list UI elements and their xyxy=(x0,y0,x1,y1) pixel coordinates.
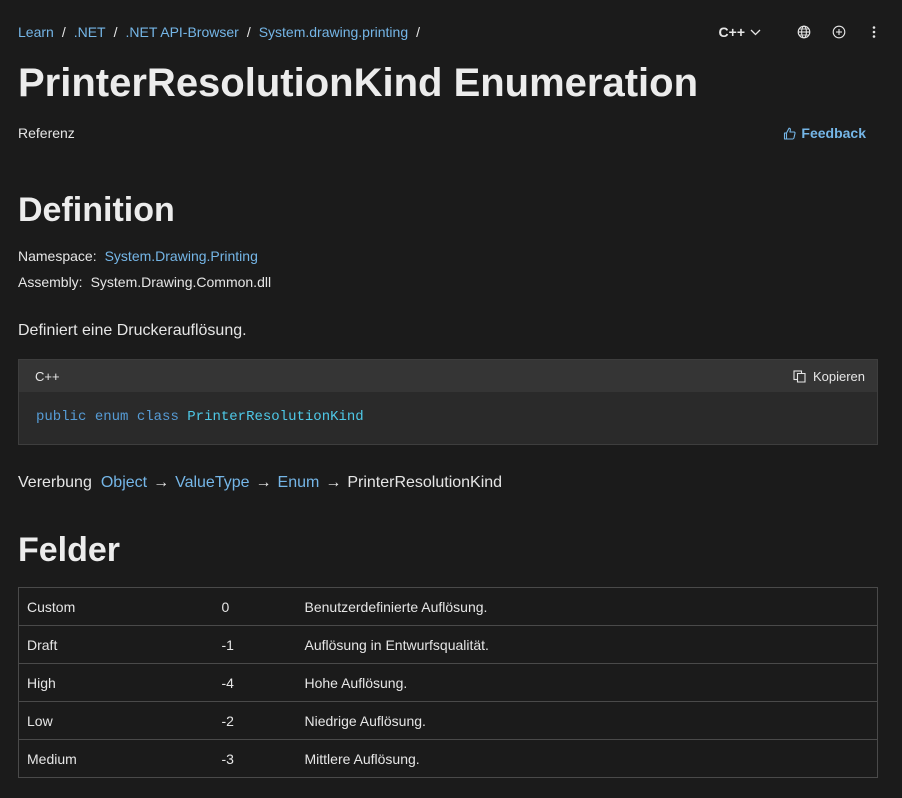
code-block: C++ Kopieren public enum class PrinterRe… xyxy=(18,359,878,445)
add-circle-icon[interactable] xyxy=(829,22,849,42)
inheritance-enum-link[interactable]: Enum xyxy=(278,472,320,494)
table-row: Medium -3 Mittlere Auflösung. xyxy=(18,739,878,778)
language-selector[interactable]: C++ xyxy=(719,24,761,40)
code-keyword: class xyxy=(136,409,179,425)
breadcrumb: Learn / .NET / .NET API-Browser / System… xyxy=(18,22,428,42)
chevron-down-icon xyxy=(750,29,761,35)
description: Definiert eine Druckerauflösung. xyxy=(18,322,247,339)
definition-heading: Definition xyxy=(18,191,175,229)
inheritance-arrow: → xyxy=(325,474,342,491)
top-bar: Learn / .NET / .NET API-Browser / System… xyxy=(18,22,884,42)
field-description: Benutzerdefinierte Auflösung. xyxy=(296,587,878,626)
field-value: -2 xyxy=(213,701,297,740)
copy-icon xyxy=(793,369,806,383)
fields-table: Custom 0 Benutzerdefinierte Auflösung. D… xyxy=(18,587,878,778)
feedback-label: Feedback xyxy=(801,125,866,141)
top-actions: C++ xyxy=(719,22,884,42)
table-row: Low -2 Niedrige Auflösung. xyxy=(18,701,878,740)
field-name: Custom xyxy=(18,587,214,626)
assembly-label: Assembly: xyxy=(18,274,83,290)
field-name: High xyxy=(18,663,214,702)
code-language: C++ xyxy=(35,368,60,384)
code-body: public enum class PrinterResolutionKind xyxy=(19,392,877,442)
code-header: C++ Kopieren xyxy=(19,360,877,392)
feedback-button[interactable]: Feedback xyxy=(783,123,866,143)
field-value: -4 xyxy=(213,663,297,702)
copy-label: Kopieren xyxy=(812,368,865,384)
page-title: PrinterResolutionKind Enumeration xyxy=(18,61,699,105)
breadcrumb-separator: / xyxy=(416,24,420,40)
fields-heading: Felder xyxy=(18,531,121,569)
thumbs-up-icon xyxy=(784,127,797,140)
inheritance-valuetype-link[interactable]: ValueType xyxy=(175,472,249,494)
language-selector-label: C++ xyxy=(718,24,745,40)
assembly-row: Assembly: System.Drawing.Common.dll xyxy=(18,272,271,292)
code-keyword: public xyxy=(36,409,87,425)
table-row: Draft -1 Auflösung in Entwurfsqualität. xyxy=(18,625,878,664)
breadcrumb-system-drawing-printing[interactable]: System.drawing.printing xyxy=(259,22,408,42)
assembly-value: System.Drawing.Common.dll xyxy=(90,274,272,290)
field-value: -3 xyxy=(213,739,297,778)
field-name: Draft xyxy=(18,625,214,664)
field-description: Niedrige Auflösung. xyxy=(296,701,878,740)
table-row: Custom 0 Benutzerdefinierte Auflösung. xyxy=(18,587,878,626)
breadcrumb-separator: / xyxy=(246,24,251,40)
inheritance-arrow: → xyxy=(255,474,272,491)
field-value: -1 xyxy=(213,625,297,664)
field-description: Auflösung in Entwurfsqualität. xyxy=(296,625,878,664)
breadcrumb-learn[interactable]: Learn xyxy=(18,22,54,42)
inheritance-current: PrinterResolutionKind xyxy=(347,474,503,491)
inheritance-label: Vererbung xyxy=(18,474,92,491)
copy-button[interactable]: Kopieren xyxy=(793,369,865,384)
field-name: Low xyxy=(18,701,214,740)
breadcrumb-separator: / xyxy=(113,24,118,40)
breadcrumb-dotnet[interactable]: .NET xyxy=(74,22,106,42)
globe-icon[interactable] xyxy=(794,22,814,42)
table-row: High -4 Hohe Auflösung. xyxy=(18,663,878,702)
reference-row: Referenz Feedback xyxy=(18,123,866,143)
inheritance-row: Vererbung Object → ValueType → Enum → Pr… xyxy=(18,472,502,494)
namespace-row: Namespace: System.Drawing.Printing xyxy=(18,246,258,266)
inheritance-object-link[interactable]: Object xyxy=(101,472,147,494)
field-description: Mittlere Auflösung. xyxy=(296,739,878,778)
reference-label: Referenz xyxy=(18,125,75,141)
namespace-link[interactable]: System.Drawing.Printing xyxy=(105,248,258,264)
breadcrumb-api-browser[interactable]: .NET API-Browser xyxy=(125,22,238,42)
more-vertical-icon[interactable] xyxy=(864,22,884,42)
breadcrumb-separator: / xyxy=(61,24,66,40)
field-description: Hohe Auflösung. xyxy=(296,663,878,702)
code-keyword: enum xyxy=(94,409,129,425)
namespace-label: Namespace: xyxy=(18,248,97,264)
field-value: 0 xyxy=(213,587,297,626)
code-type-name: PrinterResolutionKind xyxy=(187,409,364,425)
inheritance-arrow: → xyxy=(153,474,170,491)
field-name: Medium xyxy=(18,739,214,778)
